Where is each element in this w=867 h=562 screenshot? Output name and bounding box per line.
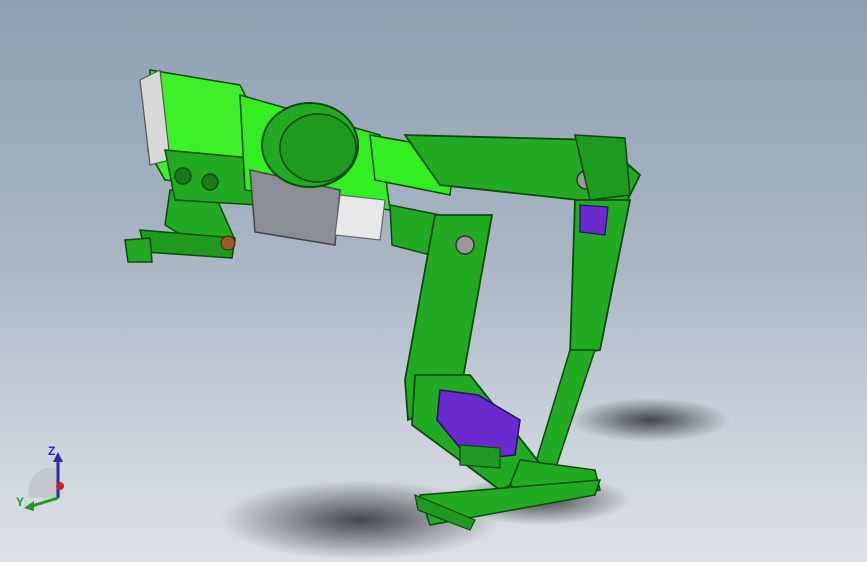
- robot-leg-assembly-model[interactable]: [0, 0, 867, 562]
- cad-viewport[interactable]: Z Y: [0, 0, 867, 562]
- z-axis-label: Z: [48, 444, 56, 458]
- upper-arm-beam[interactable]: [403, 134, 642, 206]
- orientation-triad[interactable]: Z Y: [10, 440, 80, 520]
- y-axis-label: Y: [16, 495, 25, 509]
- drive-wheel[interactable]: [261, 102, 359, 188]
